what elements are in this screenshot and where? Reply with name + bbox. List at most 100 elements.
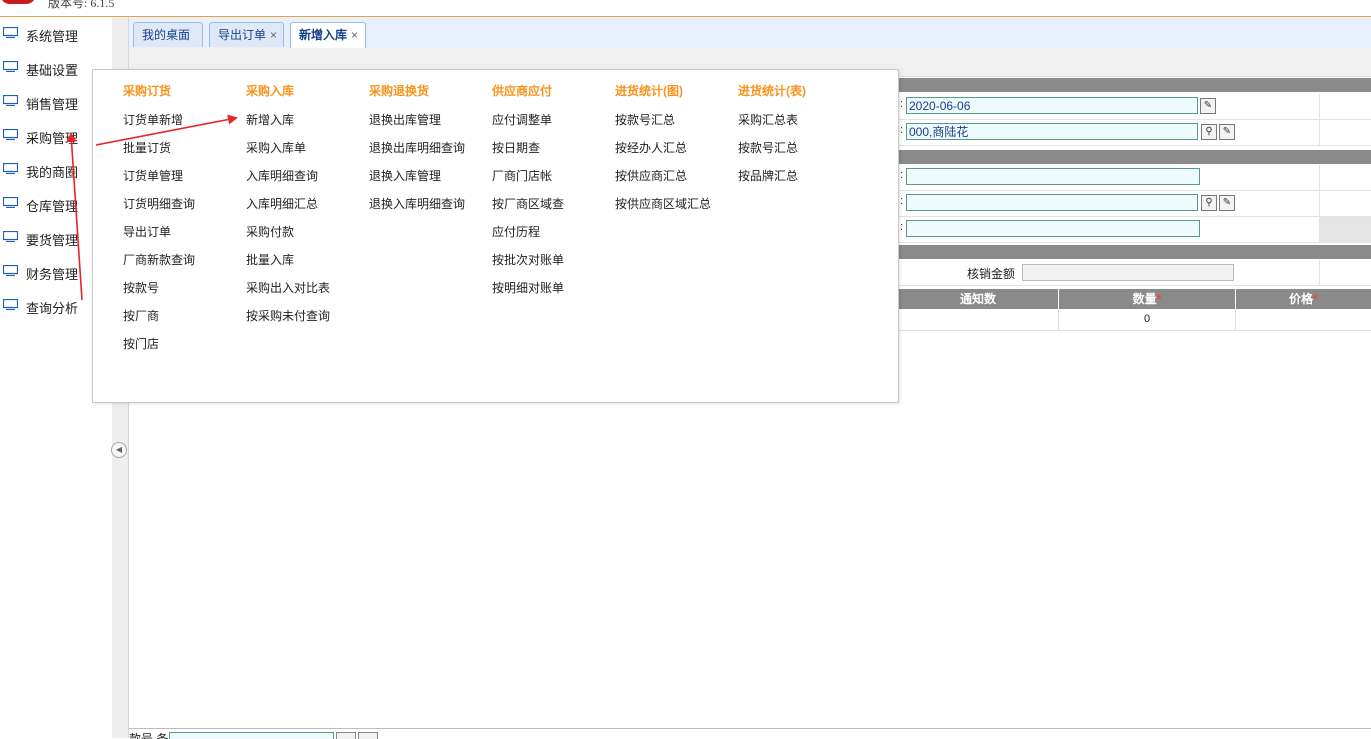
tab-label: 我的桌面: [142, 28, 191, 42]
menu-item[interactable]: 采购出入对比表: [246, 279, 330, 296]
menu-item[interactable]: 按日期查: [492, 139, 540, 156]
field-label-fragment: :: [900, 195, 904, 207]
menu-item[interactable]: 采购付款: [246, 223, 294, 240]
menu-item[interactable]: 入库明细查询: [246, 167, 318, 184]
field-label-fragment: :: [900, 98, 904, 110]
menu-item[interactable]: 订货明细查询: [123, 195, 195, 212]
menu-item[interactable]: 厂商门店帐: [492, 167, 552, 184]
menu-item[interactable]: 批量订货: [123, 139, 171, 156]
col-header-notice-qty[interactable]: 通知数: [898, 289, 1059, 309]
search-icon[interactable]: ⚲: [1201, 195, 1217, 211]
edit-icon[interactable]: ✎: [1219, 195, 1235, 211]
menu-item[interactable]: 退换入库明细查询: [369, 195, 465, 212]
required-mark: *: [1313, 292, 1318, 306]
close-icon[interactable]: ×: [351, 28, 358, 42]
text-field-b[interactable]: [906, 194, 1198, 211]
row-end-cell: [1319, 217, 1371, 242]
menu-item[interactable]: 按款号汇总: [738, 139, 798, 156]
writeoff-amount-field: [1022, 264, 1234, 281]
menu-item[interactable]: 按品牌汇总: [738, 167, 798, 184]
text-field-a[interactable]: [906, 168, 1200, 185]
close-icon[interactable]: ×: [270, 28, 277, 42]
sidebar-item-label: 我的商圈: [26, 165, 79, 180]
menu-item[interactable]: 按明细对账单: [492, 279, 564, 296]
monitor-icon: [3, 129, 18, 140]
edit-icon[interactable]: ✎: [1219, 124, 1235, 140]
menu-item[interactable]: 批量入库: [246, 251, 294, 268]
row-end-cell: [1319, 120, 1371, 145]
menu-item[interactable]: 采购汇总表: [738, 111, 798, 128]
row-end-cell: [1319, 191, 1371, 216]
monitor-icon: [3, 61, 18, 72]
text-field-c[interactable]: [906, 220, 1200, 237]
menu-item[interactable]: 按批次对账单: [492, 251, 564, 268]
row-end-cell: [1319, 94, 1371, 119]
collapse-sidebar-button[interactable]: ◀: [111, 442, 127, 458]
writeoff-amount-label: 核销金额: [967, 267, 1016, 281]
menu-item[interactable]: 入库明细汇总: [246, 195, 318, 212]
tab-label: 导出订单: [218, 28, 267, 42]
purchase-mega-menu: 采购订货 订货单新增 批量订货 订货单管理 订货明细查询 导出订单 厂商新款查询…: [92, 69, 899, 403]
required-mark: *: [1156, 292, 1162, 306]
bottom-input-bar: 款号 条: [129, 728, 1371, 739]
menu-item[interactable]: 按供应商区域汇总: [615, 195, 711, 212]
menu-item[interactable]: 订货单管理: [123, 167, 183, 184]
menu-item[interactable]: 应付调整单: [492, 111, 552, 128]
supplier-field[interactable]: 000,商陆花: [906, 123, 1198, 140]
table-row[interactable]: 0: [898, 309, 1371, 331]
monitor-icon: [3, 27, 18, 38]
col-header-qty[interactable]: 数量*: [1059, 289, 1236, 309]
sidebar-item-label: 采购管理: [26, 131, 79, 146]
menu-item[interactable]: 订货单新增: [123, 111, 183, 128]
sidebar-item-label: 要货管理: [26, 233, 79, 248]
menu-item[interactable]: 应付历程: [492, 223, 540, 240]
menu-item[interactable]: 按厂商区域查: [492, 195, 564, 212]
edit-icon[interactable]: ✎: [1200, 98, 1216, 114]
menu-item[interactable]: 厂商新款查询: [123, 251, 195, 268]
tab-label: 新增入库: [299, 28, 348, 42]
menu-item[interactable]: 按采购未付查询: [246, 307, 330, 324]
sidebar-item-label: 仓库管理: [26, 199, 79, 214]
row-end-cell: [1319, 165, 1371, 190]
menu-item[interactable]: 退换入库管理: [369, 167, 441, 184]
app-logo: [0, 0, 36, 4]
search-icon[interactable]: ⚲: [1201, 124, 1217, 140]
cell-notice-qty[interactable]: [898, 309, 1059, 330]
menu-header: 供应商应付: [492, 84, 553, 98]
top-header: 版本号: 6.1.5: [0, 0, 1371, 17]
menu-header: 采购退换货: [369, 84, 430, 98]
sidebar-item-label: 基础设置: [26, 63, 79, 78]
menu-header: 进货统计(表): [738, 84, 806, 98]
cell-price[interactable]: [1236, 309, 1371, 330]
menu-item[interactable]: 按经办人汇总: [615, 139, 687, 156]
tab-my-desktop[interactable]: 我的桌面: [133, 22, 203, 47]
sidebar-item-system[interactable]: 系统管理: [0, 17, 112, 51]
menu-item[interactable]: 采购入库单: [246, 139, 306, 156]
field-label-fragment: :: [900, 221, 904, 233]
menu-item-new-inbound[interactable]: 新增入库: [246, 111, 294, 128]
menu-item[interactable]: 按门店: [123, 335, 159, 352]
cell-qty[interactable]: 0: [1059, 309, 1236, 330]
tab-bar: 我的桌面 导出订单 × 新增入库 ×: [129, 17, 1371, 49]
tab-new-inbound[interactable]: 新增入库 ×: [290, 22, 366, 49]
sidebar-item-label: 财务管理: [26, 267, 79, 282]
menu-item[interactable]: 退换出库明细查询: [369, 139, 465, 156]
sidebar-item-label: 销售管理: [26, 97, 79, 112]
menu-header: 进货统计(图): [615, 84, 683, 98]
col-header-price[interactable]: 价格*: [1236, 289, 1371, 309]
monitor-icon: [3, 265, 18, 276]
tab-export-orders[interactable]: 导出订单 ×: [209, 22, 284, 47]
menu-header: 采购订货: [123, 84, 172, 98]
menu-item[interactable]: 按款号汇总: [615, 111, 675, 128]
menu-item[interactable]: 按供应商汇总: [615, 167, 687, 184]
menu-item[interactable]: 按厂商: [123, 307, 159, 324]
grid-header: 通知数 数量* 价格*: [898, 289, 1371, 309]
sidebar-item-label: 系统管理: [26, 29, 79, 44]
menu-item[interactable]: 导出订单: [123, 223, 171, 240]
monitor-icon: [3, 163, 18, 174]
date-field[interactable]: 2020-06-06: [906, 97, 1198, 114]
monitor-icon: [3, 95, 18, 106]
menu-item[interactable]: 按款号: [123, 279, 159, 296]
menu-header: 采购入库: [246, 84, 295, 98]
menu-item[interactable]: 退换出库管理: [369, 111, 441, 128]
